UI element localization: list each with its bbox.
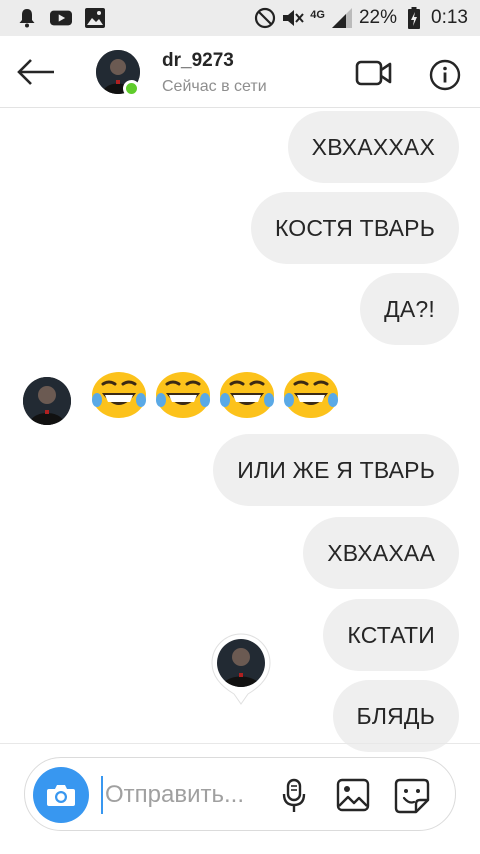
message-bubble-outgoing[interactable]: ХВХАХХАХ [287, 111, 459, 183]
chat-username[interactable]: dr_9273 [162, 50, 234, 72]
signal-icon [331, 7, 353, 29]
image-icon [336, 778, 370, 812]
camera-icon [47, 785, 75, 806]
microphone-icon [282, 778, 306, 812]
back-arrow-icon [17, 59, 54, 85]
battery-percent: 22% [358, 7, 398, 28]
message-bubble-outgoing[interactable]: ХВХАХАА [303, 517, 459, 589]
mute-icon [282, 7, 305, 29]
voice-message-button[interactable] [277, 777, 311, 815]
back-button[interactable] [14, 52, 58, 92]
info-button[interactable] [428, 58, 462, 92]
gallery-button[interactable] [335, 777, 371, 813]
video-camera-icon [355, 60, 392, 86]
video-call-button[interactable] [354, 56, 394, 90]
sticker-icon [394, 778, 430, 814]
youtube-icon [50, 7, 72, 29]
online-indicator [123, 80, 140, 97]
grinning-squinting-face-emoji [92, 372, 146, 418]
camera-button[interactable] [33, 767, 89, 823]
network-type: 4G [310, 9, 325, 21]
message-bubble-outgoing[interactable]: КОСТЯ ТВАРЬ [250, 192, 459, 264]
message-bubble-outgoing[interactable]: ДА?! [360, 273, 459, 345]
chat-header: dr_9273 Сейчас в сети [0, 36, 480, 108]
clock: 0:13 [431, 7, 468, 28]
presence-status: Сейчас в сети [162, 78, 267, 95]
notification-bell-icon [16, 7, 38, 29]
gallery-icon [84, 7, 106, 29]
message-composer [24, 757, 456, 831]
grinning-squinting-face-emoji [156, 372, 210, 418]
composer-divider [0, 743, 480, 744]
grinning-squinting-face-emoji [220, 372, 274, 418]
grinning-squinting-face-emoji [284, 372, 338, 418]
status-bar: 4G 22% 0:13 [0, 0, 480, 36]
status-left-icons [16, 7, 106, 29]
message-input[interactable] [105, 774, 265, 816]
emoji-message[interactable] [90, 367, 340, 419]
message-bubble-outgoing[interactable]: КСТАТИ [323, 599, 459, 671]
message-bubble-outgoing[interactable]: ИЛИ ЖЕ Я ТВАРЬ [213, 434, 459, 506]
info-icon [429, 59, 461, 91]
sender-avatar[interactable] [23, 377, 71, 425]
seen-avatar-marker [211, 633, 271, 705]
message-bubble-outgoing[interactable]: БЛЯДЬ [332, 680, 459, 752]
sticker-button[interactable] [393, 777, 431, 815]
text-caret [101, 776, 103, 814]
dnd-icon [254, 7, 276, 29]
status-right-icons: 4G 22% 0:13 [254, 7, 468, 29]
battery-charging-icon [403, 7, 425, 29]
